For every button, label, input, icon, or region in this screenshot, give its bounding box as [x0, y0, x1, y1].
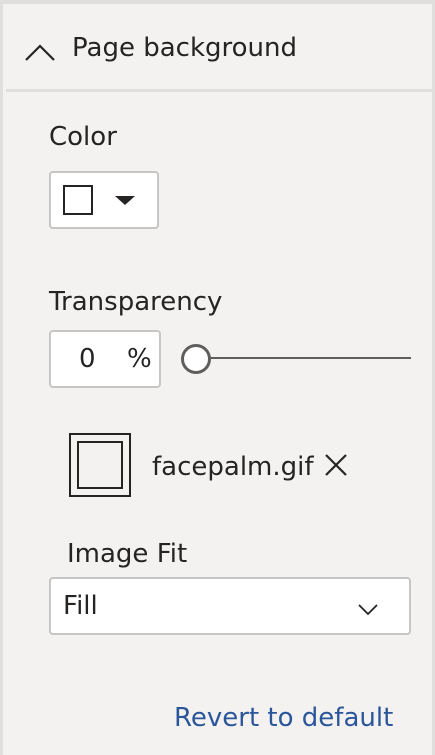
chevron-up-icon[interactable]: [24, 44, 56, 66]
caret-down-icon: [115, 196, 135, 205]
color-label: Color: [49, 122, 117, 152]
section-header-page-background[interactable]: Page background: [6, 4, 435, 92]
transparency-value: 0: [79, 344, 96, 374]
revert-to-default-link[interactable]: Revert to default: [174, 701, 393, 735]
color-picker-button[interactable]: [49, 171, 159, 229]
image-thumbnail-frame: [77, 441, 123, 489]
section-title: Page background: [72, 33, 297, 63]
image-file-name: facepalm.gif: [152, 452, 314, 482]
image-fit-selected: Fill: [63, 591, 98, 621]
image-fit-dropdown[interactable]: Fill: [49, 577, 411, 635]
transparency-input[interactable]: 0 %: [49, 330, 161, 388]
slider-track[interactable]: [197, 357, 411, 359]
image-fit-label: Image Fit: [67, 539, 188, 569]
image-thumbnail-icon: [69, 433, 131, 497]
slider-thumb[interactable]: [181, 344, 211, 374]
transparency-slider[interactable]: [181, 343, 413, 375]
color-swatch: [63, 185, 93, 215]
close-icon[interactable]: [322, 451, 350, 479]
transparency-label: Transparency: [49, 287, 223, 317]
format-pane: Page background Color Transparency 0 % f…: [0, 0, 435, 755]
transparency-unit: %: [127, 344, 152, 374]
chevron-down-icon: [357, 601, 379, 620]
